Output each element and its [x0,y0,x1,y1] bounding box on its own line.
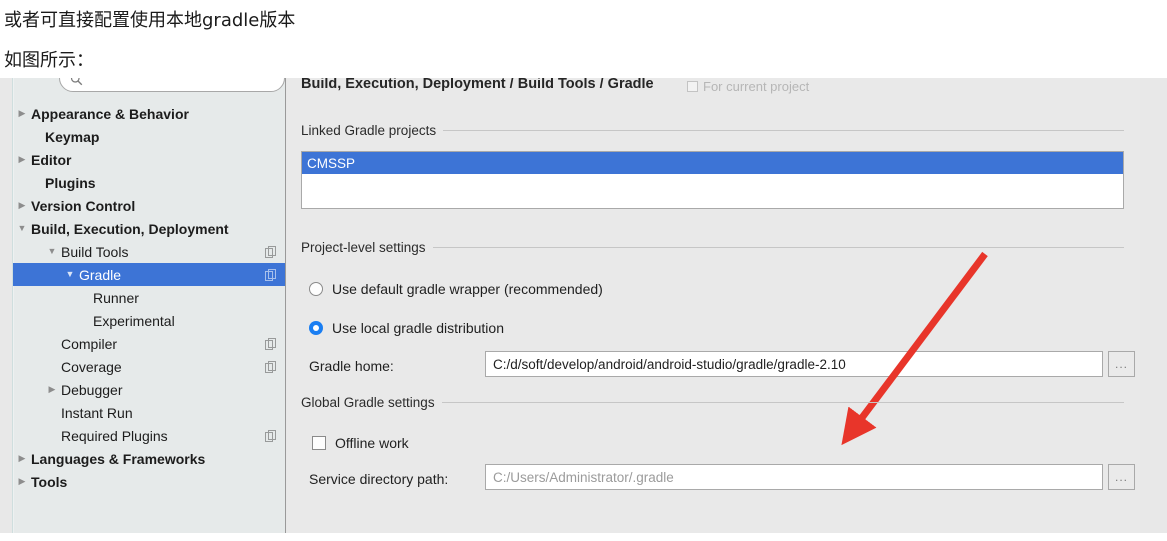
sidebar-item-label: Tools [31,473,68,490]
sidebar-item-appearance-behavior[interactable]: ▶ Appearance & Behavior [13,102,285,125]
linked-gradle-projects-list[interactable]: CMSSP [301,151,1124,209]
gradle-home-input[interactable]: C:/d/soft/develop/android/android-studio… [485,351,1103,377]
sidebar-item-gradle[interactable]: ▼ Gradle [13,263,285,286]
sidebar-item-label: Gradle [79,266,122,283]
sidebar-item-languages-frameworks[interactable]: ▶ Languages & Frameworks [13,447,285,470]
sidebar-item-label: Required Plugins [61,427,168,444]
section-title-project-level-settings: Project-level settings [301,240,433,255]
sidebar-item-build-execution-deployment[interactable]: ▼ Build, Execution, Deployment [13,217,285,240]
radio-label-local: Use local gradle distribution [332,320,504,336]
sidebar-item-plugins[interactable]: Plugins [13,171,285,194]
settings-sidebar: ▶ Appearance & Behavior Keymap ▶ Editor Plugi… [12,78,286,533]
sidebar-item-coverage[interactable]: Coverage [13,355,285,378]
ide-settings-dialog: ▶ Appearance & Behavior Keymap ▶ Editor Plugi… [0,78,1167,541]
section-rule-project-level [427,247,1124,248]
sidebar-item-editor[interactable]: ▶ Editor [13,148,285,171]
sidebar-item-label: Debugger [61,381,123,398]
sidebar-item-version-control[interactable]: ▶ Version Control [13,194,285,217]
checkbox-icon-offline-work [312,436,326,450]
sidebar-item-experimental[interactable]: Experimental [13,309,285,332]
search-icon [70,78,83,86]
sidebar-item-label: Instant Run [61,404,133,421]
breadcrumb: Build, Execution, Deployment / Build Too… [301,78,654,92]
sidebar-item-label: Keymap [45,128,100,145]
for-current-project-checkbox[interactable] [687,81,698,92]
sidebar-item-label: Coverage [61,358,122,375]
chevron-down-icon[interactable]: ▼ [15,217,29,240]
screenshot-root: 或者可直接配置使用本地gradle版本 如图所示： ▶ Appearance & … [0,0,1167,541]
article-line-1: 或者可直接配置使用本地gradle版本 [4,10,296,31]
copy-settings-icon[interactable] [265,337,277,350]
copy-settings-icon[interactable] [265,245,277,258]
radio-use-default-gradle-wrapper[interactable]: Use default gradle wrapper (recommended) [309,281,603,297]
sidebar-item-debugger[interactable]: ▶ Debugger [13,378,285,401]
copy-settings-icon[interactable] [265,360,277,373]
sidebar-item-label: Appearance & Behavior [31,105,189,122]
sidebar-item-build-tools[interactable]: ▼ Build Tools [13,240,285,263]
section-title-linked-gradle-projects: Linked Gradle projects [301,123,444,138]
chevron-down-icon[interactable]: ▼ [63,263,77,286]
settings-tree: ▶ Appearance & Behavior Keymap ▶ Editor Plugi… [13,102,285,493]
offline-work-label: Offline work [335,435,409,451]
radio-icon-off [309,282,323,296]
radio-label-wrapper: Use default gradle wrapper (recommended) [332,281,603,297]
sidebar-item-label: Version Control [31,197,136,214]
service-directory-browse-button[interactable]: ... [1108,464,1135,490]
sidebar-item-label: Build, Execution, Deployment [31,220,229,237]
chevron-right-icon[interactable]: ▶ [15,194,29,217]
sidebar-item-label: Experimental [93,312,175,329]
section-rule-linked [435,130,1124,131]
sidebar-item-label: Build Tools [61,243,129,260]
sidebar-item-instant-run[interactable]: Instant Run [13,401,285,424]
gradle-home-label: Gradle home: [309,358,394,374]
sidebar-item-label: Languages & Frameworks [31,450,206,467]
settings-main-pane: Build, Execution, Deployment / Build Too… [287,78,1140,533]
copy-settings-icon[interactable] [265,268,277,281]
chevron-right-icon[interactable]: ▶ [15,470,29,493]
service-directory-path-label: Service directory path: [309,471,449,487]
sidebar-item-compiler[interactable]: Compiler [13,332,285,355]
section-title-global-gradle-settings: Global Gradle settings [301,395,442,410]
radio-icon-on [309,321,323,335]
offline-work-checkbox-row[interactable]: Offline work [312,435,409,451]
service-directory-path-input[interactable]: C:/Users/Administrator/.gradle [485,464,1103,490]
dialog-bottom-strip [0,533,1167,541]
list-item[interactable]: CMSSP [302,152,1123,174]
sidebar-item-runner[interactable]: Runner [13,286,285,309]
chevron-right-icon[interactable]: ▶ [15,447,29,470]
for-current-project-label: For current project [703,79,810,94]
radio-use-local-gradle-distribution[interactable]: Use local gradle distribution [309,320,504,336]
sidebar-item-tools[interactable]: ▶ Tools [13,470,285,493]
gradle-home-browse-button[interactable]: ... [1108,351,1135,377]
chevron-down-icon[interactable]: ▼ [45,240,59,263]
chevron-right-icon[interactable]: ▶ [45,378,59,401]
copy-settings-icon[interactable] [265,429,277,442]
sidebar-item-label: Compiler [61,335,118,352]
chevron-right-icon[interactable]: ▶ [15,148,29,171]
sidebar-item-label: Plugins [45,174,96,191]
sidebar-item-keymap[interactable]: Keymap [13,125,285,148]
sidebar-item-label: Runner [93,289,139,306]
sidebar-item-required-plugins[interactable]: Required Plugins [13,424,285,447]
chevron-right-icon[interactable]: ▶ [15,102,29,125]
sidebar-item-label: Editor [31,151,72,168]
article-line-2: 如图所示： [4,50,94,71]
section-rule-global [427,402,1124,403]
settings-search-box[interactable] [59,78,285,92]
